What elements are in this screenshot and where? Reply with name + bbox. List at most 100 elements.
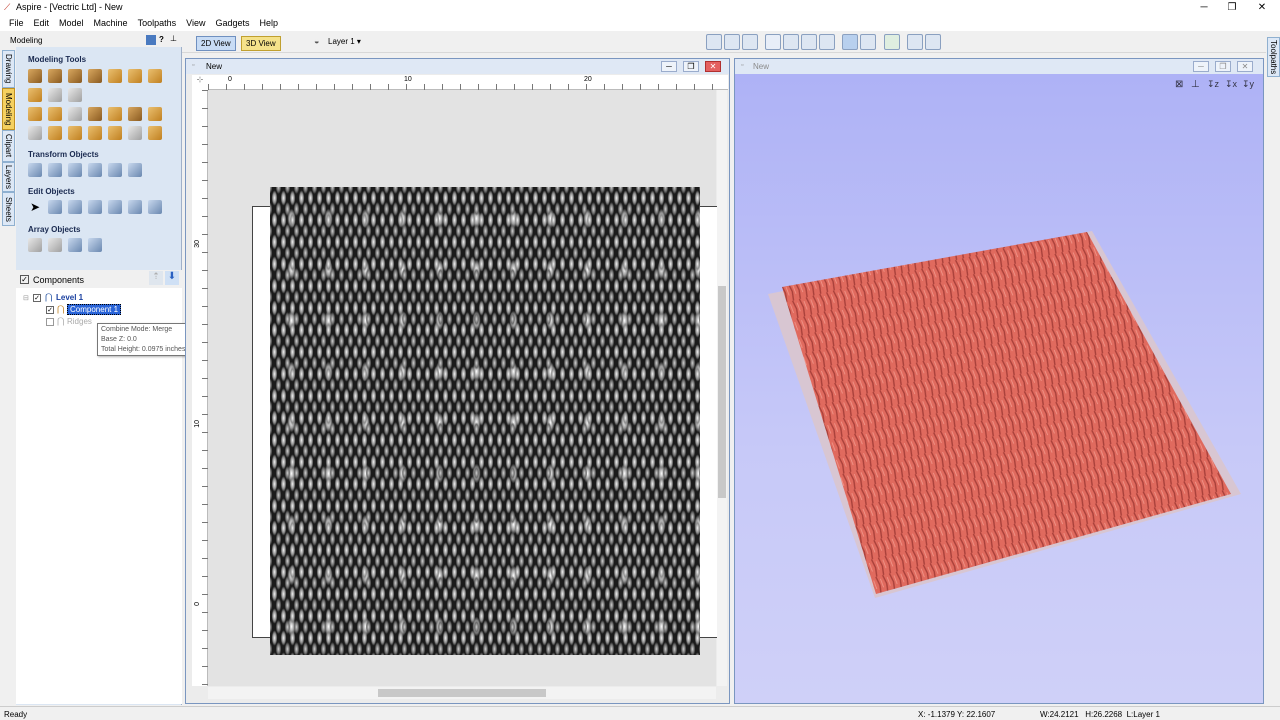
vertical-scroll-thumb[interactable] <box>718 286 726 498</box>
distort-icon[interactable] <box>48 107 62 121</box>
two-rail-sweep-icon[interactable] <box>68 69 82 83</box>
menu-view[interactable]: View <box>181 16 210 28</box>
move-down-icon[interactable]: ⬇ <box>165 271 179 285</box>
tab-modeling[interactable]: Modeling <box>2 88 15 130</box>
collapse-icon[interactable]: ⊟ <box>23 294 29 302</box>
move-up-icon[interactable]: ⇡ <box>149 271 163 285</box>
layer-dropdown[interactable]: Layer 1 ▾ <box>328 37 361 46</box>
node-edit-icon[interactable] <box>48 200 62 214</box>
tilt-icon[interactable] <box>68 88 82 102</box>
wrench-icon[interactable] <box>28 126 42 140</box>
texture-bitmap[interactable] <box>270 187 700 655</box>
circular-copy-icon[interactable] <box>48 238 62 252</box>
select-arrow-icon[interactable]: ➤ <box>30 200 40 214</box>
join-vectors-icon[interactable] <box>128 200 142 214</box>
extrude-icon[interactable] <box>88 69 102 83</box>
bitmap-icon[interactable] <box>148 107 162 121</box>
view-3d-close[interactable]: ✕ <box>1237 61 1253 72</box>
mirror-icon[interactable] <box>88 107 102 121</box>
create-shape-icon[interactable] <box>48 69 62 83</box>
view-3d-restore[interactable]: ❐ <box>1215 61 1231 72</box>
measure-icon[interactable] <box>860 34 876 50</box>
grid-icon[interactable] <box>742 34 758 50</box>
relief-icon[interactable] <box>48 126 62 140</box>
components-checkbox[interactable]: ✓ <box>20 275 29 284</box>
render-icon[interactable] <box>884 34 900 50</box>
zoom-extents-icon[interactable] <box>819 34 835 50</box>
maximize-button[interactable]: ❐ <box>1218 0 1246 16</box>
level-label[interactable]: Level 1 <box>56 293 83 302</box>
minimize-button[interactable]: ─ <box>1190 0 1218 16</box>
mirror-object-icon[interactable] <box>88 163 102 177</box>
transform-icon[interactable] <box>68 200 82 214</box>
tab-clipart[interactable]: Clipart <box>2 130 15 162</box>
menu-gadgets[interactable]: Gadgets <box>210 16 254 28</box>
menu-edit[interactable]: Edit <box>29 16 55 28</box>
pan-icon[interactable] <box>765 34 781 50</box>
import-component-icon[interactable] <box>28 88 42 102</box>
sculpt-brush-icon[interactable] <box>128 107 142 121</box>
trim-vectors-icon[interactable] <box>148 200 162 214</box>
view-2d-minimize[interactable]: ─ <box>661 61 677 72</box>
close-button[interactable]: ✕ <box>1248 0 1276 16</box>
tab-layers[interactable]: Layers <box>2 162 15 192</box>
horizontal-scrollbar[interactable] <box>208 687 716 699</box>
zoom-out-icon[interactable] <box>801 34 817 50</box>
ridges-checkbox[interactable] <box>46 318 54 326</box>
tab-2d-view[interactable]: 2D View <box>196 36 236 51</box>
move-icon[interactable] <box>28 163 42 177</box>
menu-toolpaths[interactable]: Toolpaths <box>133 16 182 28</box>
center-icon[interactable] <box>68 163 82 177</box>
bake-icon[interactable] <box>88 126 102 140</box>
copy-along-vector-icon[interactable] <box>68 238 82 252</box>
viewport-3d[interactable]: ⊠ ⊥ ↧z ↧x ↧y <box>735 74 1263 703</box>
menu-model[interactable]: Model <box>54 16 89 28</box>
slice-icon[interactable] <box>148 69 162 83</box>
scale-icon[interactable] <box>108 163 122 177</box>
texture-icon[interactable] <box>128 69 142 83</box>
tab-toolpaths[interactable]: Toolpaths <box>1267 37 1280 77</box>
view-3d-minimize[interactable]: ─ <box>1193 61 1209 72</box>
menu-help[interactable]: Help <box>255 16 284 28</box>
create-component-icon[interactable] <box>48 88 62 102</box>
smooth-icon[interactable] <box>108 107 122 121</box>
ridges-label[interactable]: Ridges <box>67 317 92 326</box>
tab-sheets[interactable]: Sheets <box>2 192 15 226</box>
flatten-icon[interactable] <box>68 107 82 121</box>
block-copy-icon[interactable] <box>28 238 42 252</box>
ungroup-icon[interactable] <box>108 200 122 214</box>
menu-machine[interactable]: Machine <box>89 16 133 28</box>
fade-icon[interactable] <box>28 107 42 121</box>
pin-icon[interactable]: ⊥ <box>170 34 177 43</box>
zoom-in-icon[interactable] <box>783 34 799 50</box>
sculpt-icon[interactable] <box>108 69 122 83</box>
ruler-corner-icon[interactable]: ⊹ <box>192 75 208 90</box>
split-horizontal-icon[interactable] <box>907 34 923 50</box>
nesting-icon[interactable] <box>88 238 102 252</box>
tab-drawing[interactable]: Drawing <box>2 50 15 88</box>
component-tree-icon[interactable] <box>108 126 122 140</box>
component-checkbox[interactable]: ✓ <box>46 306 54 314</box>
vertical-scrollbar[interactable] <box>717 90 727 686</box>
select-tool-icon[interactable] <box>724 34 740 50</box>
help-icon[interactable]: ? <box>159 35 164 44</box>
zoom-box-icon[interactable] <box>706 34 722 50</box>
align-icon[interactable] <box>48 163 62 177</box>
shape-editor-icon[interactable] <box>28 69 42 83</box>
set-position-icon[interactable] <box>128 163 142 177</box>
dock-icon[interactable] <box>146 35 156 45</box>
drawing-canvas[interactable] <box>208 90 719 686</box>
group-icon[interactable] <box>88 200 102 214</box>
snap-icon[interactable] <box>842 34 858 50</box>
view-2d-close[interactable]: ✕ <box>705 61 721 72</box>
component-label[interactable]: Component 1 <box>67 304 122 315</box>
split-vertical-icon[interactable] <box>925 34 941 50</box>
menu-file[interactable]: File <box>0 16 29 28</box>
zero-plane-icon[interactable] <box>128 126 142 140</box>
level-checkbox[interactable]: ✓ <box>33 294 41 302</box>
offset-icon[interactable] <box>148 126 162 140</box>
view-2d-restore[interactable]: ❐ <box>683 61 699 72</box>
tab-3d-view[interactable]: 3D View <box>241 36 281 51</box>
horizontal-scroll-thumb[interactable] <box>378 689 546 697</box>
dome-icon[interactable] <box>68 126 82 140</box>
